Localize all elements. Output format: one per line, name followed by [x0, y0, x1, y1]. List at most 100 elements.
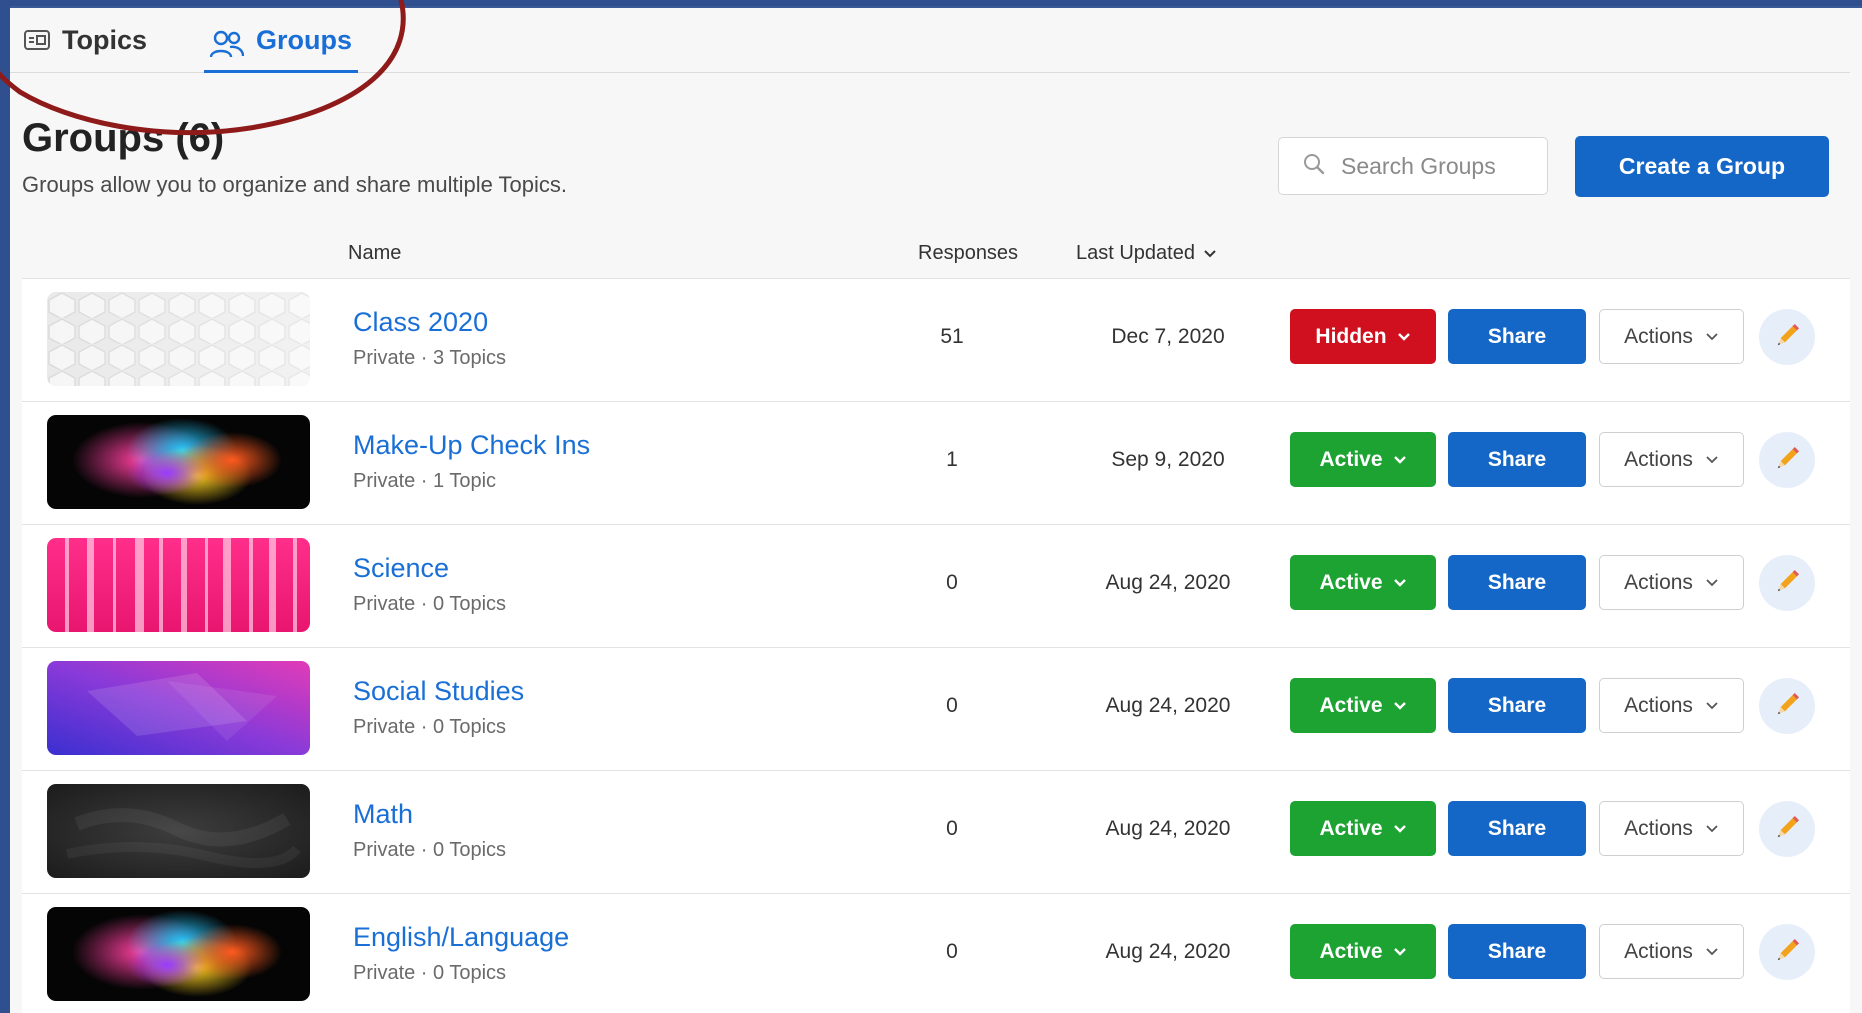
status-label: Active [1319, 693, 1383, 717]
table-row: Science Private · 0 Topics 0 Aug 24, 202… [22, 525, 1850, 648]
groups-people-icon [210, 30, 244, 58]
responses-count: 0 [946, 940, 958, 963]
status-dropdown-active[interactable]: Active [1290, 432, 1436, 487]
actions-dropdown[interactable]: Actions [1599, 432, 1744, 487]
share-button[interactable]: Share [1448, 924, 1586, 979]
table-row: Math Private · 0 Topics 0 Aug 24, 2020 A… [22, 771, 1850, 894]
pencil-icon [1772, 813, 1802, 846]
chevron-down-icon [1203, 249, 1217, 259]
share-button[interactable]: Share [1448, 432, 1586, 487]
group-title-link[interactable]: Class 2020 [353, 307, 488, 338]
status-dropdown-hidden[interactable]: Hidden [1290, 309, 1436, 364]
chevron-down-icon [1705, 947, 1719, 957]
responses-count: 0 [946, 817, 958, 840]
create-group-button[interactable]: Create a Group [1575, 136, 1829, 197]
group-thumbnail-chalkboard[interactable] [47, 784, 310, 878]
edit-button[interactable] [1759, 555, 1815, 611]
group-title-link[interactable]: Science [353, 553, 449, 584]
edit-button[interactable] [1759, 801, 1815, 857]
actions-dropdown[interactable]: Actions [1599, 309, 1744, 364]
actions-dropdown[interactable]: Actions [1599, 678, 1744, 733]
group-title-link[interactable]: Math [353, 799, 413, 830]
responses-count: 0 [946, 694, 958, 717]
group-title-link[interactable]: Social Studies [353, 676, 524, 707]
edit-button[interactable] [1759, 309, 1815, 365]
group-thumbnail-color-powder-explosion[interactable] [47, 415, 310, 509]
chevron-down-icon [1397, 332, 1411, 342]
chevron-down-icon [1705, 578, 1719, 588]
app-frame: Topics Groups Groups (6) Groups allow yo… [10, 6, 1862, 1013]
chevron-down-icon [1393, 578, 1407, 588]
chevron-down-icon [1393, 947, 1407, 957]
table-row: Make-Up Check Ins Private · 1 Topic 1 Se… [22, 402, 1850, 525]
group-thumbnail-pink-light-streaks[interactable] [47, 538, 310, 632]
share-button[interactable]: Share [1448, 801, 1586, 856]
group-meta: Private · 0 Topics [353, 962, 507, 984]
last-updated-date: Aug 24, 2020 [1105, 694, 1231, 717]
table-row: Class 2020 Private · 3 Topics 51 Dec 7, … [22, 278, 1850, 402]
responses-count: 0 [946, 571, 958, 594]
status-label: Active [1319, 570, 1383, 594]
column-header-last-updated-label: Last Updated [1076, 242, 1195, 264]
group-title-link[interactable]: Make-Up Check Ins [353, 430, 590, 461]
chevron-down-icon [1393, 455, 1407, 465]
chevron-down-icon [1393, 824, 1407, 834]
group-thumbnail-color-powder-explosion[interactable] [47, 907, 310, 1001]
pencil-icon [1772, 567, 1802, 600]
responses-count: 51 [940, 325, 964, 348]
search-icon [1303, 153, 1325, 180]
chevron-down-icon [1705, 455, 1719, 465]
last-updated-date: Aug 24, 2020 [1105, 817, 1231, 840]
share-button[interactable]: Share [1448, 555, 1586, 610]
page-subtitle: Groups allow you to organize and share m… [22, 172, 568, 197]
search-groups-box[interactable] [1278, 137, 1548, 195]
actions-label: Actions [1624, 816, 1693, 840]
pencil-icon [1772, 936, 1802, 969]
table-row: English/Language Private · 0 Topics 0 Au… [22, 894, 1850, 1013]
status-dropdown-active[interactable]: Active [1290, 678, 1436, 733]
edit-button[interactable] [1759, 432, 1815, 488]
actions-label: Actions [1624, 693, 1693, 717]
status-label: Hidden [1315, 324, 1387, 348]
column-header-name[interactable]: Name [348, 242, 401, 265]
pencil-icon [1772, 444, 1802, 477]
responses-count: 1 [946, 448, 958, 471]
actions-label: Actions [1624, 939, 1693, 963]
column-header-last-updated[interactable]: Last Updated [1076, 242, 1217, 265]
status-label: Active [1319, 816, 1383, 840]
tab-groups[interactable]: Groups [203, 24, 359, 73]
group-title-link[interactable]: English/Language [353, 922, 569, 953]
edit-button[interactable] [1759, 924, 1815, 980]
column-header-responses[interactable]: Responses [918, 242, 1018, 265]
chevron-down-icon [1705, 332, 1719, 342]
status-dropdown-active[interactable]: Active [1290, 555, 1436, 610]
status-dropdown-active[interactable]: Active [1290, 924, 1436, 979]
group-meta: Private · 1 Topic [353, 470, 497, 492]
status-label: Active [1319, 939, 1383, 963]
last-updated-date: Aug 24, 2020 [1105, 571, 1231, 594]
group-meta: Private · 3 Topics [353, 347, 507, 369]
actions-dropdown[interactable]: Actions [1599, 555, 1744, 610]
table-row: Social Studies Private · 0 Topics 0 Aug … [22, 648, 1850, 771]
share-button[interactable]: Share [1448, 309, 1586, 364]
group-thumbnail-purple-gradient[interactable] [47, 661, 310, 755]
last-updated-date: Aug 24, 2020 [1105, 940, 1231, 963]
tab-topics[interactable]: Topics [24, 24, 147, 72]
group-thumbnail-white-hexagons[interactable] [47, 292, 310, 386]
edit-button[interactable] [1759, 678, 1815, 734]
tab-groups-label: Groups [256, 25, 353, 55]
actions-dropdown[interactable]: Actions [1599, 801, 1744, 856]
status-label: Active [1319, 447, 1383, 471]
table-header: Name Responses Last Updated [22, 236, 1850, 276]
actions-dropdown[interactable]: Actions [1599, 924, 1744, 979]
share-button[interactable]: Share [1448, 678, 1586, 733]
last-updated-date: Dec 7, 2020 [1111, 325, 1225, 348]
search-groups-input[interactable] [1339, 151, 1543, 181]
group-meta: Private · 0 Topics [353, 716, 507, 738]
groups-table: Class 2020 Private · 3 Topics 51 Dec 7, … [22, 278, 1850, 1013]
actions-label: Actions [1624, 324, 1693, 348]
status-dropdown-active[interactable]: Active [1290, 801, 1436, 856]
tab-topics-label: Topics [62, 25, 148, 55]
group-meta: Private · 0 Topics [353, 593, 507, 615]
pencil-icon [1772, 690, 1802, 723]
